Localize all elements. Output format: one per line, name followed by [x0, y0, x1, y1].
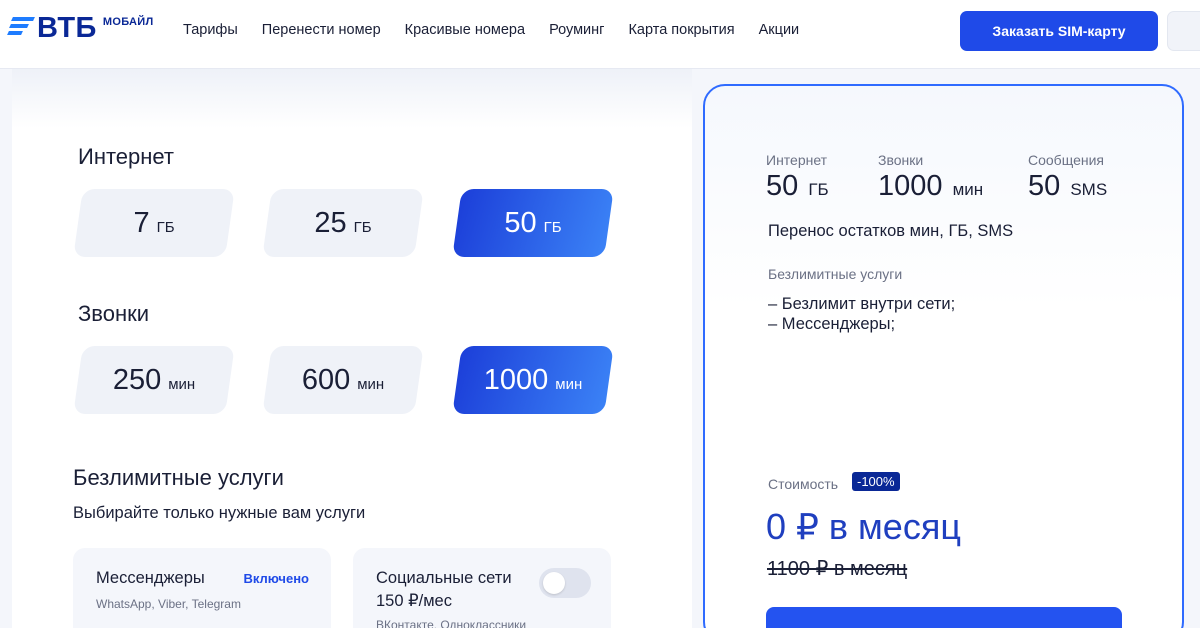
- stat-value-sms: 50 SMS: [1028, 170, 1107, 203]
- secondary-header-button[interactable]: [1167, 11, 1200, 51]
- option-unit: ГБ: [543, 218, 562, 236]
- service-name: Социальные сети: [376, 569, 512, 587]
- calls-option-1000[interactable]: 1000 мин: [457, 346, 609, 414]
- nav-coverage-map[interactable]: Карта покрытия: [628, 22, 734, 38]
- logo-text: ВТБ: [37, 12, 97, 44]
- summary-unlimited-label: Безлимитные услуги: [768, 266, 903, 282]
- social-toggle[interactable]: [539, 568, 591, 598]
- service-status: Включено: [243, 571, 310, 586]
- nav-tariffs[interactable]: Тарифы: [183, 22, 238, 38]
- nav-roaming[interactable]: Роуминг: [549, 22, 604, 38]
- stat-number: 1000: [878, 170, 943, 202]
- option-unit: ГБ: [156, 218, 175, 236]
- connect-button[interactable]: [766, 607, 1122, 628]
- nav-beautiful-numbers[interactable]: Красивые номера: [405, 22, 525, 38]
- option-value: 250: [112, 363, 162, 396]
- option-unit: мин: [168, 375, 196, 393]
- option-value: 600: [301, 363, 351, 396]
- carryover-text: Перенос остатков мин, ГБ, SMS: [768, 222, 1014, 240]
- internet-option-7[interactable]: 7 ГБ: [78, 189, 230, 257]
- internet-option-50[interactable]: 50 ГБ: [457, 189, 609, 257]
- stat-unit: SMS: [1070, 180, 1108, 199]
- option-unit: мин: [357, 375, 385, 393]
- site-header: ВТБ МОБАЙЛ Тарифы Перенести номер Красив…: [0, 0, 1200, 68]
- service-card-social[interactable]: Социальные сети 150 ₽/мес ВКонтакте, Одн…: [353, 548, 611, 628]
- service-card-messengers[interactable]: Мессенджеры Включено WhatsApp, Viber, Te…: [73, 548, 331, 628]
- internet-title: Интернет: [78, 144, 174, 169]
- main-nav: Тарифы Перенести номер Красивые номера Р…: [183, 22, 799, 38]
- stat-unit: мин: [952, 180, 984, 199]
- stat-number: 50: [766, 170, 799, 202]
- option-unit: мин: [555, 375, 583, 393]
- old-price: 1100 ₽ в месяц: [767, 558, 908, 580]
- calls-option-600[interactable]: 600 мин: [267, 346, 419, 414]
- unlimited-title: Безлимитные услуги: [73, 465, 284, 490]
- service-description: WhatsApp, Viber, Telegram: [96, 597, 241, 611]
- service-price: 150 ₽/мес: [376, 592, 452, 610]
- current-price: 0 ₽ в месяц: [766, 506, 961, 547]
- stat-unit: ГБ: [808, 180, 829, 199]
- service-name: Мессенджеры: [96, 569, 205, 587]
- calls-title: Звонки: [78, 301, 150, 326]
- tariff-summary-card: Интернет 50 ГБ Звонки 1000 мин Сообщения…: [703, 84, 1184, 628]
- logo-stripes-icon: [7, 17, 35, 35]
- service-description: ВКонтакте, Одноклассники: [376, 618, 527, 628]
- stat-number: 50: [1028, 170, 1061, 202]
- option-value: 50: [504, 206, 537, 239]
- option-value: 7: [133, 206, 150, 239]
- option-unit: ГБ: [353, 218, 372, 236]
- cost-label: Стоимость: [768, 476, 839, 492]
- order-sim-button[interactable]: Заказать SIM-карту: [960, 11, 1158, 51]
- logo-subtext: МОБАЙЛ: [102, 16, 154, 28]
- tariff-configurator: Интернет 7 ГБ 25 ГБ 50 ГБ Звонки 250 мин…: [12, 68, 692, 628]
- stat-value-calls: 1000 мин: [878, 170, 983, 203]
- discount-badge: -100%: [852, 472, 900, 491]
- stat-label-calls: Звонки: [878, 152, 924, 168]
- stat-value-internet: 50 ГБ: [766, 170, 829, 203]
- nav-transfer-number[interactable]: Перенести номер: [262, 22, 381, 38]
- vtb-logo[interactable]: ВТБ МОБАЙЛ: [7, 12, 154, 44]
- summary-unlimited-item: – Безлимит внутри сети;: [768, 295, 956, 313]
- internet-option-25[interactable]: 25 ГБ: [267, 189, 419, 257]
- option-value: 25: [314, 206, 347, 239]
- stat-label-internet: Интернет: [766, 152, 828, 168]
- toggle-knob: [543, 572, 565, 594]
- nav-promotions[interactable]: Акции: [759, 22, 800, 38]
- option-value: 1000: [483, 363, 549, 396]
- unlimited-subtitle: Выбирайте только нужные вам услуги: [73, 504, 366, 522]
- summary-unlimited-item: – Мессенджеры;: [768, 315, 896, 333]
- calls-option-250[interactable]: 250 мин: [78, 346, 230, 414]
- stat-label-sms: Сообщения: [1028, 152, 1104, 168]
